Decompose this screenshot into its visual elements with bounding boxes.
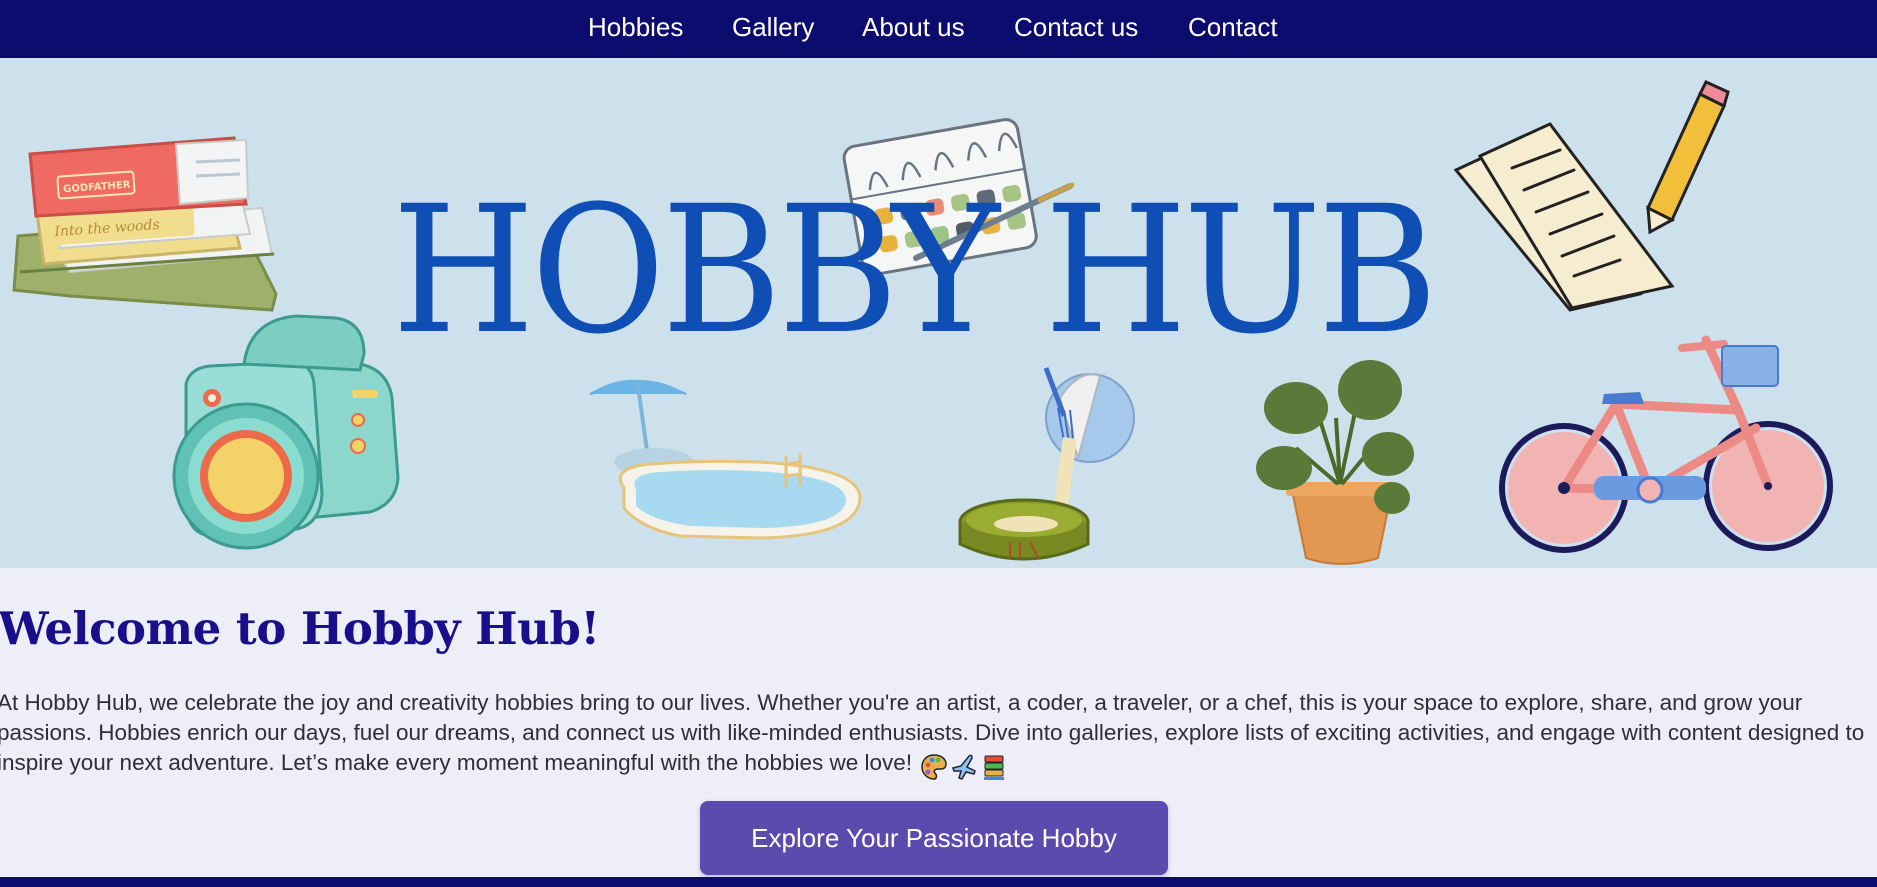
- bicycle-icon: [1499, 335, 1833, 553]
- books-icon: Into the woods GODFATHER: [12, 136, 278, 312]
- potted-plant-icon: [1256, 360, 1414, 565]
- books-emoji-icon: [984, 755, 1005, 781]
- emoji-group: [918, 751, 1008, 781]
- nav-link-contact[interactable]: Contact: [1188, 8, 1278, 46]
- explore-hobby-button[interactable]: Explore Your Passionate Hobby: [700, 801, 1168, 875]
- paper-pencil-icon: [1453, 80, 1730, 312]
- camera-icon: [172, 314, 400, 550]
- swimming-pool-icon: [589, 379, 862, 540]
- palette-emoji-icon: [921, 754, 948, 780]
- hero-title: HOBBY HUB: [392, 168, 1438, 373]
- hero-banner: Into the woods GODFATHER HOBBY HUB: [0, 58, 1877, 568]
- welcome-heading: Welcome to Hobby Hub!: [0, 602, 600, 655]
- footer-bar: [0, 877, 1877, 887]
- nav-link-contact-us[interactable]: Contact us: [1014, 8, 1138, 46]
- top-navbar: Hobbies Gallery About us Contact us Cont…: [0, 0, 1877, 58]
- airplane-emoji-icon: [952, 754, 977, 780]
- nav-link-hobbies[interactable]: Hobbies: [588, 8, 683, 46]
- nav-link-about-us[interactable]: About us: [862, 8, 965, 46]
- baking-icon: [958, 367, 1135, 561]
- nav-link-gallery[interactable]: Gallery: [732, 8, 814, 46]
- intro-paragraph: At Hobby Hub, we celebrate the joy and c…: [0, 688, 1875, 781]
- main-content: Welcome to Hobby Hub! At Hobby Hub, we c…: [0, 568, 1877, 878]
